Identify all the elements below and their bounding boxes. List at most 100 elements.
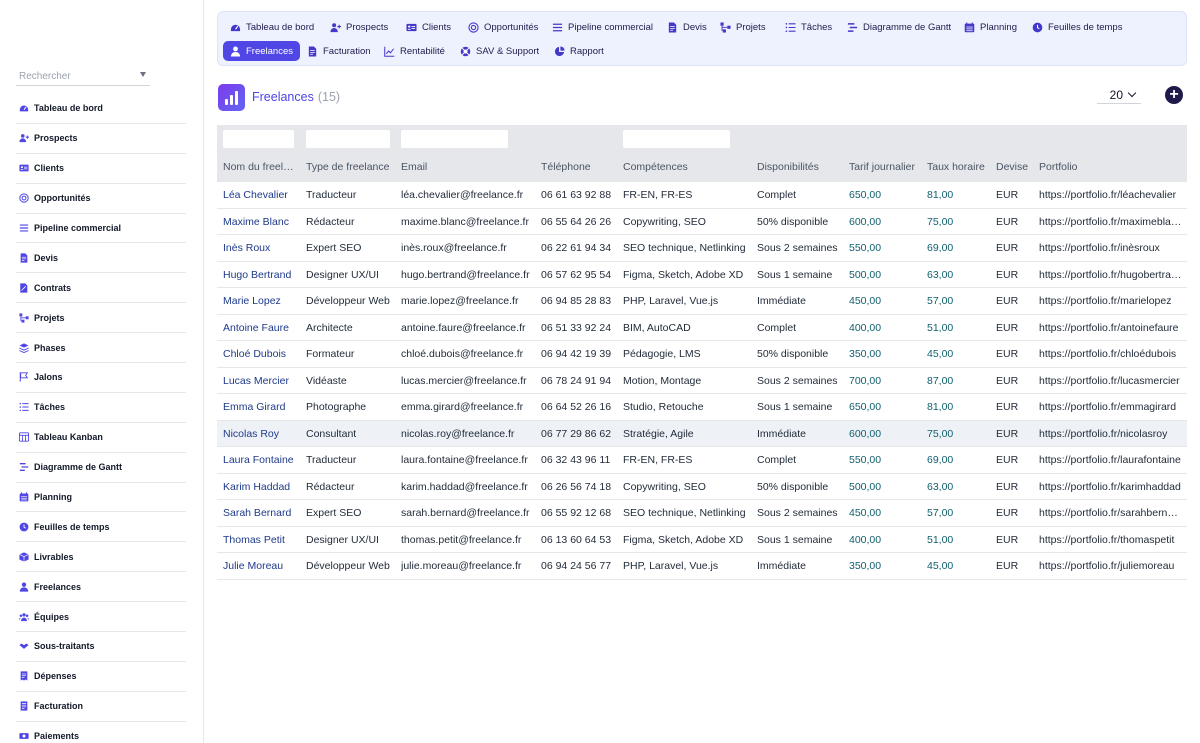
table-row[interactable]: Emma Girard Photographe emma.girard@freela…: [217, 394, 1187, 421]
sidebar-item-20[interactable]: Facturation: [16, 692, 186, 722]
column-header-currency[interactable]: Devise: [996, 161, 1036, 173]
column-header-portfolio[interactable]: Portfolio: [1039, 161, 1185, 173]
table-row[interactable]: Lucas Mercier Vidéaste lucas.mercier@freel…: [217, 368, 1187, 394]
sidebar-item-1[interactable]: Prospects: [16, 124, 186, 154]
sidebar-item-18[interactable]: Sous-traitants: [16, 632, 186, 662]
cell-email[interactable]: inès.roux@freelance.fr: [401, 242, 539, 254]
sidebar-item-21[interactable]: Paiements: [16, 722, 186, 743]
cell-name[interactable]: Marie Lopez: [223, 295, 298, 307]
cell-name[interactable]: Antoine Faure: [223, 322, 298, 334]
nav-item-9[interactable]: Planning: [957, 17, 1024, 37]
nav-item-14[interactable]: SAV & Support: [453, 41, 546, 61]
sidebar-item-5[interactable]: Devis: [16, 243, 186, 274]
nav-item-13[interactable]: Rentabilité: [377, 41, 452, 61]
cell-name[interactable]: Chloé Dubois: [223, 348, 298, 360]
sidebar-item-17[interactable]: Équipes: [16, 602, 186, 633]
table-row[interactable]: Inès Roux Expert SEO inès.roux@freelance.f…: [217, 235, 1187, 262]
nav-item-2[interactable]: Clients: [399, 17, 458, 37]
table-row[interactable]: Antoine Faure Architecte antoine.faure@fre…: [217, 315, 1187, 341]
cell-portfolio[interactable]: https://portfolio.fr/emmagirard: [1039, 401, 1185, 413]
cell-name[interactable]: Karim Haddad: [223, 481, 298, 493]
table-row[interactable]: Sarah Bernard Expert SEO sarah.bernard@fre…: [217, 500, 1187, 527]
table-row[interactable]: Marie Lopez Développeur Web marie.lopez@fr…: [217, 288, 1187, 315]
cell-name[interactable]: Thomas Petit: [223, 534, 298, 546]
sidebar-item-2[interactable]: Clients: [16, 154, 186, 184]
cell-email[interactable]: sarah.bernard@freelance.fr: [401, 507, 539, 519]
nav-item-1[interactable]: Prospects: [323, 17, 395, 37]
cell-email[interactable]: lucas.mercier@freelance.fr: [401, 375, 539, 387]
sidebar-item-13[interactable]: Planning: [16, 483, 186, 513]
cell-email[interactable]: léa.chevalier@freelance.fr: [401, 189, 539, 201]
cell-name[interactable]: Julie Moreau: [223, 560, 298, 572]
cell-email[interactable]: maxime.blanc@freelance.fr: [401, 216, 539, 228]
cell-email[interactable]: hugo.bertrand@freelance.fr: [401, 269, 539, 281]
table-row[interactable]: Maxime Blanc Rédacteur maxime.blanc@freela…: [217, 209, 1187, 235]
sidebar-item-9[interactable]: Jalons: [16, 363, 186, 393]
table-row[interactable]: Laura Fontaine Traducteur laura.fontaine@f…: [217, 447, 1187, 474]
cell-portfolio[interactable]: https://portfolio.fr/sarahbern…: [1039, 507, 1185, 519]
column-header-phone[interactable]: Téléphone: [541, 161, 621, 173]
nav-item-3[interactable]: Opportunités: [461, 17, 545, 37]
nav-item-5[interactable]: Devis: [660, 17, 714, 37]
sidebar-item-14[interactable]: Feuilles de temps: [16, 512, 186, 543]
sidebar-item-16[interactable]: Freelances: [16, 572, 186, 603]
cell-email[interactable]: emma.girard@freelance.fr: [401, 401, 539, 413]
cell-name[interactable]: Léa Chevalier: [223, 189, 298, 201]
cell-portfolio[interactable]: https://portfolio.fr/juliemoreau: [1039, 560, 1185, 572]
table-row[interactable]: Léa Chevalier Traducteur léa.chevalier@fre…: [217, 182, 1187, 209]
chevron-down-icon[interactable]: [140, 72, 146, 77]
nav-item-7[interactable]: Tâches: [778, 17, 839, 37]
cell-name[interactable]: Lucas Mercier: [223, 375, 298, 387]
filter-skills-input[interactable]: [623, 130, 730, 148]
cell-name[interactable]: Hugo Bertrand: [223, 269, 298, 281]
cell-portfolio[interactable]: https://portfolio.fr/inèsroux: [1039, 242, 1185, 254]
nav-item-6[interactable]: Projets: [713, 17, 773, 37]
cell-portfolio[interactable]: https://portfolio.fr/maximebla…: [1039, 216, 1185, 228]
sidebar-item-15[interactable]: Livrables: [16, 542, 186, 573]
per-page-select[interactable]: 20: [1097, 86, 1141, 104]
sidebar-item-0[interactable]: Tableau de bord: [16, 94, 186, 124]
cell-email[interactable]: karim.haddad@freelance.fr: [401, 481, 539, 493]
filter-name-input[interactable]: [223, 130, 294, 148]
sidebar-item-19[interactable]: Dépenses: [16, 662, 186, 692]
nav-item-4[interactable]: Pipeline commercial: [545, 17, 660, 37]
add-freelance-button[interactable]: +: [1165, 86, 1183, 104]
nav-item-12[interactable]: Facturation: [300, 41, 378, 61]
column-header-daily-rate[interactable]: Tarif journalier: [849, 161, 925, 173]
cell-portfolio[interactable]: https://portfolio.fr/antoinefaure: [1039, 322, 1185, 334]
sidebar-item-6[interactable]: Contrats: [16, 273, 186, 304]
cell-name[interactable]: Inès Roux: [223, 242, 298, 254]
cell-name[interactable]: Nicolas Roy: [223, 428, 298, 440]
table-row[interactable]: Nicolas Roy Consultant nicolas.roy@freelan…: [217, 420, 1187, 447]
cell-name[interactable]: Sarah Bernard: [223, 507, 298, 519]
cell-portfolio[interactable]: https://portfolio.fr/nicolasroy: [1039, 428, 1185, 440]
cell-portfolio[interactable]: https://portfolio.fr/chloédubois: [1039, 348, 1185, 360]
search-input[interactable]: [16, 67, 134, 86]
nav-item-15[interactable]: Rapport: [547, 41, 611, 61]
cell-portfolio[interactable]: https://portfolio.fr/hugobertra…: [1039, 269, 1185, 281]
column-header-name[interactable]: Nom du freel…: [223, 161, 298, 173]
cell-portfolio[interactable]: https://portfolio.fr/karimhaddad: [1039, 481, 1185, 493]
sidebar-item-10[interactable]: Tâches: [16, 393, 186, 423]
sidebar-item-11[interactable]: Tableau Kanban: [16, 423, 186, 453]
column-header-email[interactable]: Email: [401, 161, 539, 173]
nav-item-0[interactable]: Tableau de bord: [223, 17, 321, 37]
column-header-hourly-rate[interactable]: Taux horaire: [927, 161, 994, 173]
table-row[interactable]: Karim Haddad Rédacteur karim.haddad@freela…: [217, 474, 1187, 500]
column-header-availability[interactable]: Disponibilités: [757, 161, 847, 173]
sidebar-item-3[interactable]: Opportunités: [16, 184, 186, 214]
cell-portfolio[interactable]: https://portfolio.fr/marielopez: [1039, 295, 1185, 307]
cell-portfolio[interactable]: https://portfolio.fr/lucasmercier: [1039, 375, 1185, 387]
column-header-skills[interactable]: Compétences: [623, 161, 755, 173]
nav-item-11[interactable]: Freelances: [223, 41, 300, 61]
filter-email-input[interactable]: [401, 130, 508, 148]
nav-item-10[interactable]: Feuilles de temps: [1025, 17, 1129, 37]
cell-email[interactable]: nicolas.roy@freelance.fr: [401, 428, 539, 440]
sidebar-item-4[interactable]: Pipeline commercial: [16, 214, 186, 244]
cell-email[interactable]: marie.lopez@freelance.fr: [401, 295, 539, 307]
cell-email[interactable]: antoine.faure@freelance.fr: [401, 322, 539, 334]
cell-email[interactable]: chloé.dubois@freelance.fr: [401, 348, 539, 360]
nav-item-8[interactable]: Diagramme de Gantt: [840, 17, 958, 37]
table-row[interactable]: Hugo Bertrand Designer UX/UI hugo.bertrand…: [217, 262, 1187, 288]
filter-type-input[interactable]: [306, 130, 390, 148]
